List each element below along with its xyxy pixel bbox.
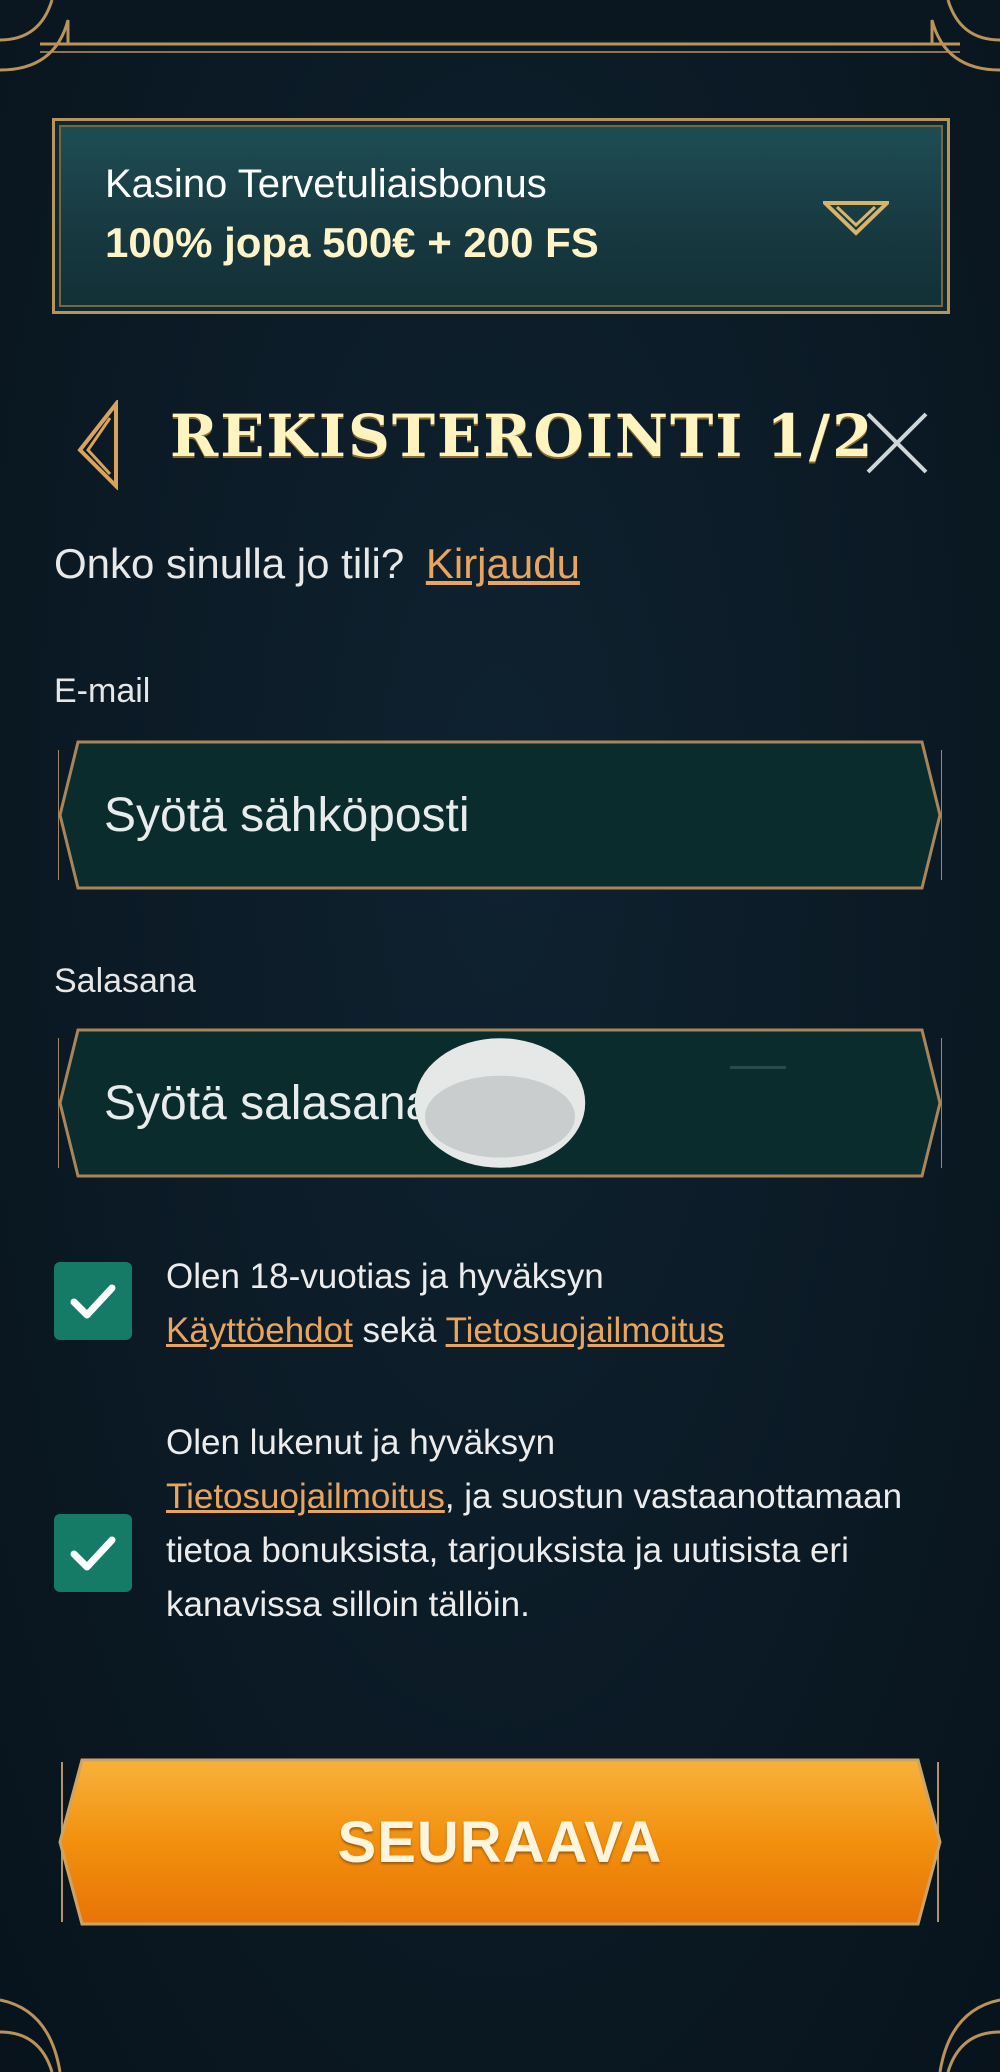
bonus-offer: 100% jopa 500€ + 200 FS [105, 219, 599, 266]
eye-icon[interactable] [58, 1028, 942, 1178]
top-strip [0, 0, 1000, 40]
marketing-consent-text: Olen lukenut ja hyväksyn Tietosuojailmoi… [166, 1416, 946, 1632]
registration-header: REKISTEROINTI 1/2 [0, 390, 1000, 500]
chevron-down-icon[interactable] [823, 199, 889, 239]
marketing-consent-checkbox[interactable] [54, 1514, 132, 1592]
privacy-link[interactable]: Tietosuojailmoitus [446, 1311, 725, 1350]
terms-link[interactable]: Käyttöehdot [166, 1311, 353, 1350]
login-link[interactable]: Kirjaudu [426, 540, 580, 587]
bonus-title: Kasino Tervetuliaisbonus [105, 162, 547, 206]
next-button-label: SEURAAVA [337, 1809, 663, 1875]
password-label: Salasana [54, 962, 196, 1000]
email-label: E-mail [54, 672, 151, 710]
age-consent-checkbox[interactable] [54, 1262, 132, 1340]
checkmark-icon [70, 1284, 116, 1319]
age-consent-text: Olen 18-vuotias ja hyväksyn Käyttöehdot … [166, 1250, 946, 1358]
checkmark-icon [70, 1536, 116, 1571]
registration-modal: Kasino Tervetuliaisbonus 100% jopa 500€ … [0, 0, 1000, 2072]
privacy-link-marketing[interactable]: Tietosuojailmoitus [166, 1477, 445, 1516]
age-consent-intro: Olen 18-vuotias ja hyväksyn [166, 1257, 604, 1296]
next-button[interactable]: SEURAAVA [56, 1752, 944, 1932]
email-field-wrapper [58, 740, 942, 890]
marketing-consent-intro: Olen lukenut ja hyväksyn [166, 1423, 556, 1462]
login-prompt-row: Onko sinulla jo tili? Kirjaudu [54, 540, 580, 588]
page-title: REKISTEROINTI 1/2 [170, 402, 875, 470]
email-input[interactable] [104, 770, 824, 860]
age-consent-joiner: sekä [362, 1311, 437, 1350]
password-field-wrapper [58, 1028, 942, 1178]
login-prompt: Onko sinulla jo tili? [54, 540, 405, 587]
age-consent-row: Olen 18-vuotias ja hyväksyn Käyttöehdot … [54, 1250, 954, 1360]
bonus-selector[interactable]: Kasino Tervetuliaisbonus 100% jopa 500€ … [52, 118, 950, 314]
chevron-left-icon[interactable] [70, 400, 130, 490]
marketing-consent-row: Olen lukenut ja hyväksyn Tietosuojailmoi… [54, 1416, 954, 1696]
close-icon[interactable] [864, 410, 930, 476]
